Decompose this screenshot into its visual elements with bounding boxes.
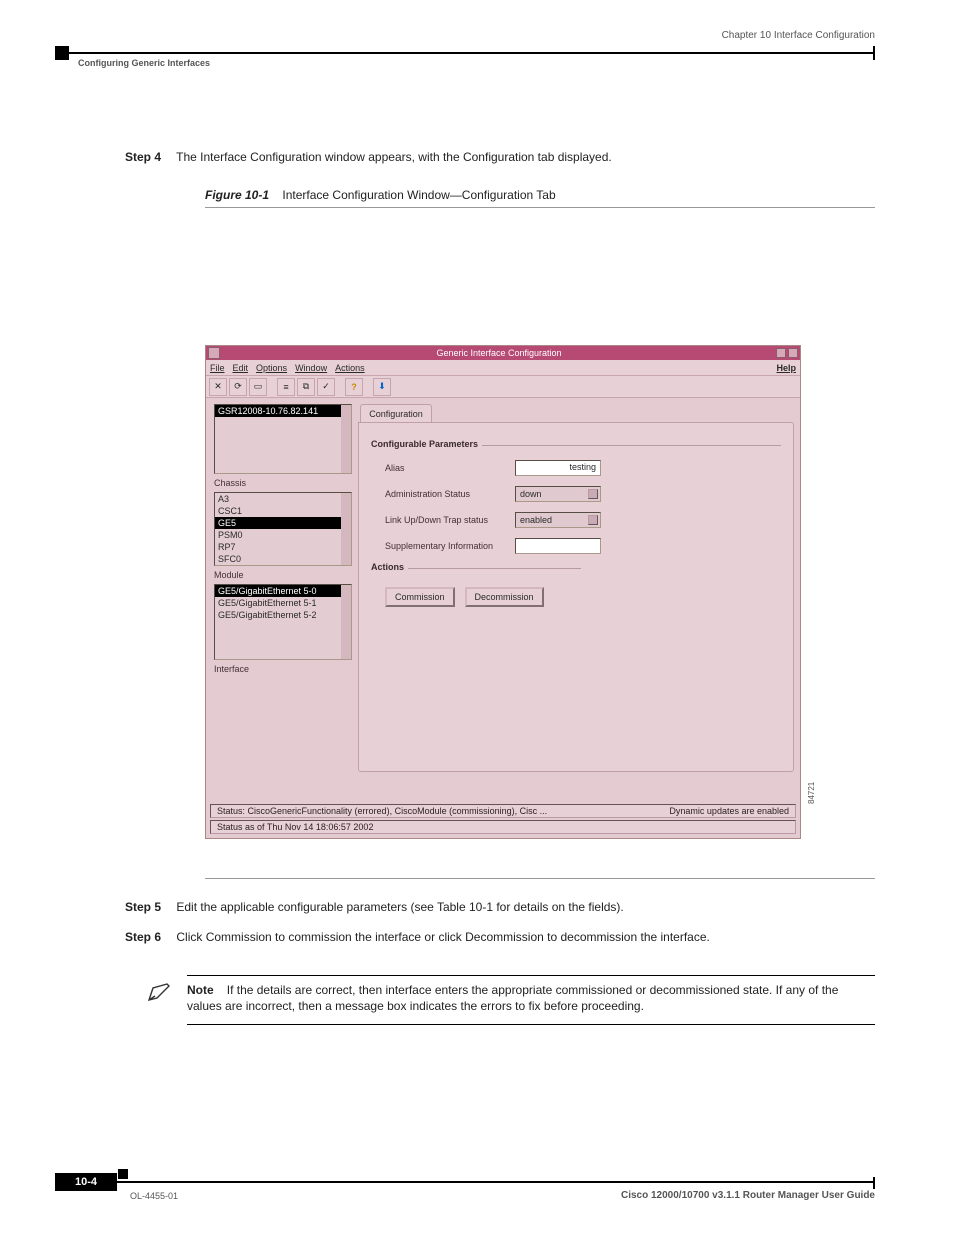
- menu-window[interactable]: Window: [295, 363, 327, 373]
- note-block: Note If the details are correct, then in…: [147, 975, 875, 1025]
- menu-help[interactable]: Help: [776, 363, 796, 373]
- step-6-text: Click Commission to commission the inter…: [176, 930, 710, 944]
- step-6-label: Step 6: [125, 930, 161, 944]
- params-legend: Configurable Parameters: [371, 439, 482, 449]
- header-rule: [55, 52, 875, 54]
- header-block: [55, 46, 69, 60]
- device-list[interactable]: GSR12008-10.76.82.141: [214, 404, 352, 474]
- figure-caption: Figure 10-1 Interface Configuration Wind…: [205, 188, 556, 202]
- status-line-1-left: Status: CiscoGenericFunctionality (error…: [217, 806, 547, 816]
- status-bar: Status: CiscoGenericFunctionality (error…: [210, 804, 796, 834]
- note-pencil-icon: [147, 982, 173, 1002]
- list-item[interactable]: RP7: [215, 541, 351, 553]
- list-item[interactable]: A3: [215, 493, 351, 505]
- header-tick: [873, 46, 875, 60]
- admin-status-value: down: [520, 489, 542, 499]
- footer-title: Cisco 12000/10700 v3.1.1 Router Manager …: [621, 1190, 875, 1201]
- config-panel: Configurable Parameters Alias testing Ad…: [358, 422, 794, 772]
- tab-configuration[interactable]: Configuration: [360, 404, 432, 422]
- device-row[interactable]: GSR12008-10.76.82.141: [215, 405, 351, 417]
- toolbar-btn-1[interactable]: ✕: [209, 378, 227, 396]
- list-item[interactable]: SFC0: [215, 553, 351, 565]
- window-title: Generic Interface Configuration: [222, 348, 776, 358]
- trap-status-label: Link Up/Down Trap status: [385, 515, 515, 525]
- menu-options[interactable]: Options: [256, 363, 287, 373]
- trap-status-value: enabled: [520, 515, 552, 525]
- toolbar-btn-5[interactable]: ⧉: [297, 378, 315, 396]
- figure-rule-bottom: [205, 878, 875, 879]
- admin-status-dropdown[interactable]: down: [515, 486, 601, 502]
- note-text: If the details are correct, then interfa…: [187, 983, 838, 1013]
- menu-file[interactable]: File: [210, 363, 225, 373]
- list-item[interactable]: GE5/GigabitEthernet 5-0: [215, 585, 351, 597]
- list-item[interactable]: GE5: [215, 517, 351, 529]
- figure-title: Interface Configuration Window—Configura…: [282, 188, 555, 202]
- step-4-label: Step 4: [125, 150, 161, 164]
- footer-nub: [118, 1169, 128, 1179]
- commission-button[interactable]: Commission: [385, 587, 455, 607]
- actions-group: Actions Commission Decommission: [371, 568, 581, 615]
- alias-input[interactable]: testing: [515, 460, 601, 476]
- chassis-label: Chassis: [214, 478, 352, 488]
- list-item[interactable]: GE5/GigabitEthernet 5-1: [215, 597, 351, 609]
- list-item[interactable]: CSC1: [215, 505, 351, 517]
- module-list[interactable]: A3 CSC1 GE5 PSM0 RP7 SFC0: [214, 492, 352, 566]
- maximize-icon[interactable]: [788, 348, 798, 358]
- interface-list[interactable]: GE5/GigabitEthernet 5-0 GE5/GigabitEther…: [214, 584, 352, 660]
- footer-tick: [873, 1177, 875, 1189]
- trap-status-dropdown[interactable]: enabled: [515, 512, 601, 528]
- scrollbar-icon[interactable]: [341, 405, 351, 473]
- supp-info-input[interactable]: [515, 538, 601, 554]
- toolbar-btn-4[interactable]: ≡: [277, 378, 295, 396]
- figure-rule-top: [205, 207, 875, 208]
- config-window: Generic Interface Configuration File Edi…: [205, 345, 801, 839]
- toolbar: ✕ ⟳ ▭ ≡ ⧉ ✓ ? ⬇: [206, 376, 800, 398]
- step-5: Step 5 Edit the applicable configurable …: [125, 900, 875, 914]
- decommission-button[interactable]: Decommission: [465, 587, 544, 607]
- minimize-icon[interactable]: [776, 348, 786, 358]
- step-5-text: Edit the applicable configurable paramet…: [176, 900, 623, 914]
- status-line-2: Status as of Thu Nov 14 18:06:57 2002: [217, 822, 373, 832]
- figure-side-id: 84721: [807, 782, 816, 804]
- toolbar-btn-3[interactable]: ▭: [249, 378, 267, 396]
- footer-ol: OL-4455-01: [130, 1191, 178, 1201]
- list-item[interactable]: PSM0: [215, 529, 351, 541]
- scrollbar-icon[interactable]: [341, 493, 351, 565]
- chevron-down-icon: [588, 515, 598, 525]
- actions-legend: Actions: [371, 562, 408, 572]
- sys-menu-icon[interactable]: [208, 347, 220, 359]
- footer-rule: [55, 1181, 875, 1183]
- scrollbar-icon[interactable]: [341, 585, 351, 659]
- menu-actions[interactable]: Actions: [335, 363, 365, 373]
- menu-bar: File Edit Options Window Actions Help: [206, 360, 800, 376]
- page-number: 10-4: [55, 1173, 117, 1191]
- alias-label: Alias: [385, 463, 515, 473]
- step-4: Step 4 The Interface Configuration windo…: [125, 150, 612, 164]
- step-4-text: The Interface Configuration window appea…: [176, 150, 612, 164]
- configurable-parameters-group: Configurable Parameters Alias testing Ad…: [371, 445, 781, 554]
- status-line-1-right: Dynamic updates are enabled: [669, 806, 789, 816]
- title-bar: Generic Interface Configuration: [206, 346, 800, 360]
- admin-status-label: Administration Status: [385, 489, 515, 499]
- module-label: Module: [214, 570, 352, 580]
- toolbar-btn-6[interactable]: ✓: [317, 378, 335, 396]
- list-item[interactable]: GE5/GigabitEthernet 5-2: [215, 609, 351, 621]
- section-header: Configuring Generic Interfaces: [78, 58, 210, 68]
- toolbar-btn-go[interactable]: ⬇: [373, 378, 391, 396]
- step-5-label: Step 5: [125, 900, 161, 914]
- note-label: Note: [187, 983, 214, 997]
- toolbar-btn-2[interactable]: ⟳: [229, 378, 247, 396]
- menu-edit[interactable]: Edit: [233, 363, 249, 373]
- toolbar-btn-help[interactable]: ?: [345, 378, 363, 396]
- figure-id: Figure 10-1: [205, 188, 269, 202]
- step-6: Step 6 Click Commission to commission th…: [125, 930, 875, 944]
- chevron-down-icon: [588, 489, 598, 499]
- supp-info-label: Supplementary Information: [385, 541, 515, 551]
- chapter-header: Chapter 10 Interface Configuration: [722, 30, 875, 41]
- interface-label: Interface: [214, 664, 352, 674]
